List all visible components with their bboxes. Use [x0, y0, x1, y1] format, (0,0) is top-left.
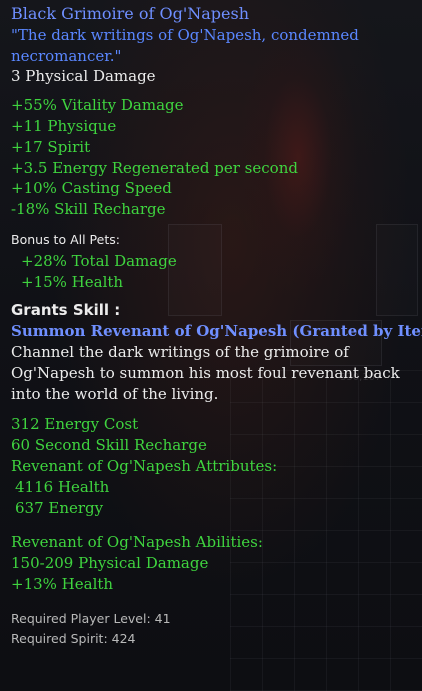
stat-energy-regen: +3.5 Energy Regenerated per second [11, 158, 298, 177]
skill-energy-cost: 312 Energy Cost [11, 415, 139, 434]
stat-casting-speed: +10% Casting Speed [11, 179, 172, 198]
revenant-attribute-health: 4116 Health [15, 477, 110, 496]
item-base-damage: 3 Physical Damage [11, 67, 156, 86]
item-name: Black Grimoire of Og'Napesh [11, 4, 249, 23]
revenant-ability-health: +13% Health [11, 574, 114, 593]
required-spirit: Required Spirit: 424 [11, 630, 136, 646]
stat-spirit: +17 Spirit [11, 137, 91, 156]
granted-skill-section: Grants Skill : Summon Revenant of Og'Nap… [11, 300, 422, 594]
item-flavor-text-line2: necromancer." [11, 46, 122, 65]
item-flavor-text-line1: "The dark writings of Og'Napesh, condemn… [11, 25, 359, 44]
skill-description-line2: Og'Napesh to summon his most foul revena… [11, 363, 400, 382]
stat-skill-recharge: -18% Skill Recharge [11, 200, 166, 219]
revenant-abilities-heading: Revenant of Og'Napesh Abilities: [11, 533, 263, 552]
revenant-attributes-heading: Revenant of Og'Napesh Attributes: [11, 456, 278, 475]
stat-physique: +11 Physique [11, 116, 117, 135]
item-tooltip: 330,107 Black Grimoire of Og'Napesh "The… [0, 0, 422, 691]
stat-vitality-damage: +55% Vitality Damage [11, 96, 184, 115]
skill-description-line1: Channel the dark writings of the grimoir… [11, 342, 349, 361]
skill-name: Summon Revenant of Og'Napesh (Granted by… [11, 322, 422, 341]
tooltip-content: Black Grimoire of Og'Napesh "The dark wr… [11, 4, 422, 649]
requirements-section: Required Player Level: 41 Required Spiri… [11, 609, 416, 649]
skill-description-line3: into the world of the living. [11, 384, 219, 403]
required-player-level: Required Player Level: 41 [11, 610, 171, 626]
pet-bonus-total-damage: +28% Total Damage [21, 251, 177, 270]
skill-recharge: 60 Second Skill Recharge [11, 436, 207, 455]
grants-skill-label: Grants Skill : [11, 301, 121, 320]
item-stats-list: +55% Vitality Damage +11 Physique +17 Sp… [11, 95, 416, 220]
revenant-ability-physical-damage: 150-209 Physical Damage [11, 554, 209, 573]
revenant-attribute-energy: 637 Energy [15, 498, 104, 517]
pet-bonus-heading: Bonus to All Pets: [11, 231, 120, 247]
pet-bonus-health: +15% Health [21, 272, 124, 291]
pet-bonus-section: Bonus to All Pets: +28% Total Damage +15… [11, 230, 416, 292]
